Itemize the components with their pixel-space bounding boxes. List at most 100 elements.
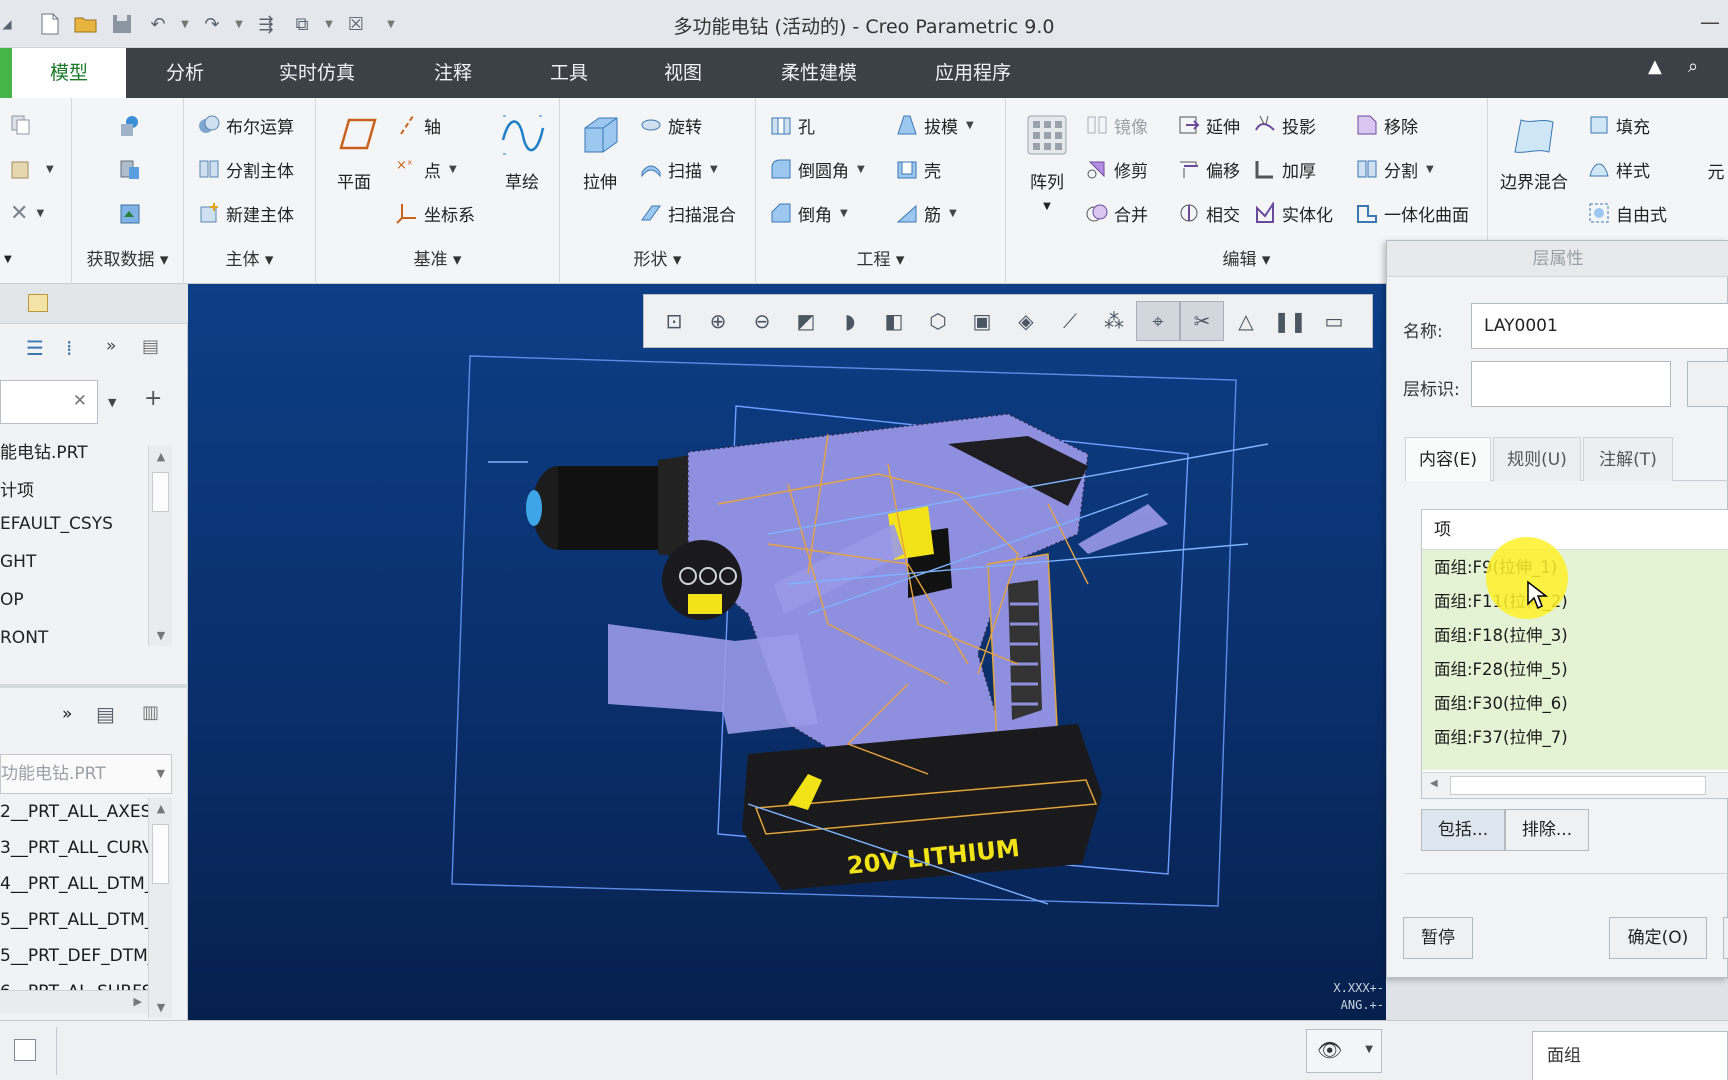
trim-button[interactable]: 修剪 xyxy=(1086,154,1148,184)
include-button[interactable]: 包括... xyxy=(1421,809,1505,851)
minimize-icon[interactable]: — xyxy=(1700,10,1720,34)
solidify-button[interactable]: 实体化 xyxy=(1254,198,1333,228)
scroll-thumb[interactable] xyxy=(152,472,169,512)
tree-item[interactable]: EFAULT_CSYS xyxy=(0,514,148,534)
scroll-thumb[interactable] xyxy=(1450,776,1706,795)
render-option-icon[interactable]: ◗ xyxy=(828,301,872,341)
layer-id-button[interactable] xyxy=(1687,361,1728,407)
group-get-data-title[interactable]: 获取数据 ▾ xyxy=(72,245,183,270)
boundary-blend-button[interactable]: 边界混合 xyxy=(1492,112,1576,193)
spin-center-icon[interactable]: ⌖ xyxy=(1136,301,1180,341)
boolean-button[interactable]: 布尔运算 xyxy=(198,110,294,140)
group-datum-title[interactable]: 基准 ▾ xyxy=(316,245,559,270)
layer-root-dropdown-icon[interactable]: ▼ xyxy=(157,755,165,793)
tab-contents[interactable]: 内容(E) xyxy=(1405,437,1491,481)
exclude-button[interactable]: 排除... xyxy=(1505,809,1589,851)
fill-button[interactable]: 填充 xyxy=(1588,110,1650,140)
perspective-icon[interactable]: ◈ xyxy=(1004,301,1048,341)
delete-icon[interactable]: ✕ ▼ xyxy=(10,198,44,228)
group-shape-title[interactable]: 形状 ▾ xyxy=(560,245,755,270)
selection-filter[interactable]: 面组 xyxy=(1532,1031,1728,1080)
list-hscrollbar[interactable]: ◀ xyxy=(1422,772,1728,798)
group-engineering-title[interactable]: 工程 ▾ xyxy=(756,245,1005,270)
plane-button[interactable]: 平面 xyxy=(326,112,382,193)
tree-search-input[interactable]: ✕ xyxy=(0,380,98,424)
user-defined-feature-icon[interactable] xyxy=(118,110,146,140)
tab-view[interactable]: 视图 xyxy=(638,48,728,98)
point-button[interactable]: ×ˣ 点 ▼ xyxy=(396,154,457,184)
paste-icon[interactable]: ▼ xyxy=(10,154,54,184)
find-dropdown-icon[interactable]: ▼ xyxy=(1365,1044,1373,1055)
tree-item[interactable]: 能电钻.PRT xyxy=(0,438,148,463)
scroll-up-icon[interactable]: ▲ xyxy=(149,450,173,463)
layer-item[interactable]: 4__PRT_ALL_DTM_PLN xyxy=(0,874,148,894)
hole-button[interactable]: 孔 xyxy=(770,110,815,140)
tree-show-icon[interactable]: ▤ xyxy=(142,336,159,357)
ok-button[interactable]: 确定(O) xyxy=(1609,917,1707,959)
remove-button[interactable]: 移除 xyxy=(1356,110,1418,140)
copy-icon[interactable] xyxy=(10,110,38,140)
tab-rules[interactable]: 规则(U) xyxy=(1493,437,1581,481)
search-icon[interactable]: ⌕ xyxy=(1688,56,1698,77)
annotation-display-icon[interactable]: ⁂ xyxy=(1092,301,1136,341)
split-button[interactable]: 分割 ▼ xyxy=(1356,154,1434,184)
list-item[interactable]: 面组:F37(拉伸_7) xyxy=(1434,724,1568,748)
intersect-button[interactable]: 相交 xyxy=(1178,198,1240,228)
draft-button[interactable]: 拔模 ▼ xyxy=(896,110,974,140)
collapse-ribbon-icon[interactable]: ▲ xyxy=(1648,56,1662,77)
split-body-button[interactable]: 分割主体 xyxy=(198,154,294,184)
tree-item[interactable]: OP xyxy=(0,590,148,610)
cancel-button-edge[interactable] xyxy=(1723,917,1728,959)
model-tree-scrollbar[interactable]: ▲ ▼ xyxy=(148,446,172,646)
layer-settings-icon[interactable]: ▥ xyxy=(142,702,159,723)
tree-item[interactable]: GHT xyxy=(0,552,148,572)
layer-item[interactable]: 5__PRT_ALL_DTM_PNT xyxy=(0,910,148,930)
pattern-button[interactable]: 阵列 ▼ xyxy=(1016,112,1078,212)
axis-button[interactable]: 轴 xyxy=(396,110,441,140)
appearance-icon[interactable]: △ xyxy=(1224,301,1268,341)
tab-annotate[interactable]: 注释 xyxy=(408,48,498,98)
pause-icon[interactable]: ❚❚ xyxy=(1268,301,1312,341)
drill-model[interactable]: 20V LITHIUM xyxy=(188,284,1386,1020)
layer-name-input[interactable]: LAY0001 xyxy=(1471,303,1728,349)
tab-applications[interactable]: 应用程序 xyxy=(918,48,1028,98)
tree-item[interactable]: 计项 xyxy=(0,476,148,501)
operations-expand-icon[interactable]: ▼ xyxy=(4,244,12,274)
tab-model[interactable]: 模型 xyxy=(12,48,126,98)
model-display-icon[interactable]: ✂ xyxy=(1180,301,1224,341)
layer-item[interactable]: 5__PRT_DEF_DTM_PLN xyxy=(0,946,148,966)
refit-icon[interactable]: ⊡ xyxy=(652,301,696,341)
freestyle-button[interactable]: 自由式 xyxy=(1588,198,1667,228)
list-item[interactable]: 面组:F18(拉伸_3) xyxy=(1434,622,1568,646)
extend-button[interactable]: 延伸 xyxy=(1178,110,1240,140)
tree-item[interactable]: RONT xyxy=(0,628,148,648)
tree-more-icon[interactable]: » xyxy=(106,336,116,356)
revolve-button[interactable]: 旋转 xyxy=(640,110,702,140)
rib-button[interactable]: 筋 ▼ xyxy=(896,198,957,228)
layer-hscrollbar[interactable]: ▶ xyxy=(0,990,148,1014)
shell-button[interactable]: 壳 xyxy=(896,154,941,184)
list-item[interactable]: 面组:F28(拉伸_5) xyxy=(1434,656,1568,680)
tab-flexible-modeling[interactable]: 柔性建模 xyxy=(764,48,874,98)
tab-notes[interactable]: 注解(T) xyxy=(1583,437,1673,481)
filter-dropdown-icon[interactable]: ▼ xyxy=(108,396,116,409)
tab-simulation[interactable]: 实时仿真 xyxy=(262,48,372,98)
layer-item[interactable]: 2__PRT_ALL_AXES xyxy=(0,802,148,822)
swept-blend-button[interactable]: 扫描混合 xyxy=(640,198,736,228)
zoom-out-icon[interactable]: ⊖ xyxy=(740,301,784,341)
layer-tree-scrollbar[interactable]: ▲ ▼ xyxy=(148,798,172,1018)
find-button[interactable]: 👁 ▼ xyxy=(1306,1029,1382,1073)
layer-root-selector[interactable]: 功能电钻.PRT ▼ xyxy=(0,754,172,794)
scroll-down-icon[interactable]: ▼ xyxy=(149,1001,173,1014)
add-filter-icon[interactable]: + xyxy=(144,386,162,411)
layer-item[interactable]: 3__PRT_ALL_CURVES xyxy=(0,838,148,858)
csys-button[interactable]: 坐标系 xyxy=(396,198,475,228)
tree-settings-icon[interactable]: ☰ xyxy=(26,336,44,360)
saved-orientations-icon[interactable]: ⬡ xyxy=(916,301,960,341)
scroll-left-icon[interactable]: ◀ xyxy=(1430,778,1438,789)
pause-button[interactable]: 暂停 xyxy=(1403,917,1473,959)
chamfer-button[interactable]: 倒角 ▼ xyxy=(770,198,848,228)
group-body-title[interactable]: 主体 ▾ xyxy=(184,245,315,270)
tab-analysis[interactable]: 分析 xyxy=(140,48,230,98)
copy-geometry-icon[interactable] xyxy=(118,154,146,184)
